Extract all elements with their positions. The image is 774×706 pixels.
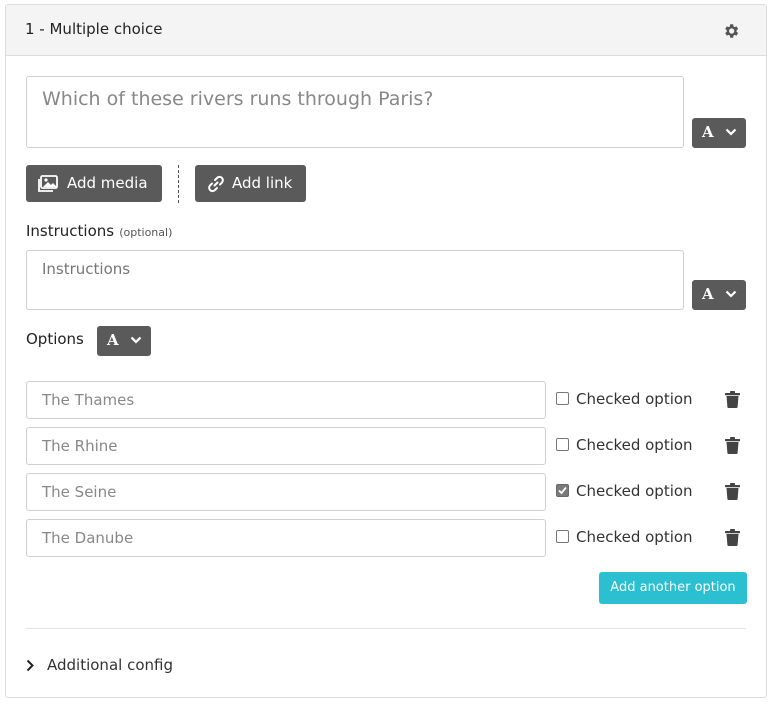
checked-option-label: Checked option xyxy=(576,528,693,546)
option-row-1: The Thames Checked option xyxy=(26,381,746,419)
add-media-button[interactable]: Add media xyxy=(26,165,162,202)
option-row-4: The Danube Checked option xyxy=(26,519,746,557)
trash-icon[interactable] xyxy=(725,483,740,500)
panel-title: 1 - Multiple choice xyxy=(25,20,163,38)
instructions-heading: Instructions (optional) xyxy=(26,221,172,240)
option-checkbox[interactable] xyxy=(556,392,569,405)
trash-icon[interactable] xyxy=(725,529,740,546)
options-format-button[interactable]: A xyxy=(97,326,151,356)
button-separator xyxy=(178,165,179,203)
option-checkbox[interactable] xyxy=(556,530,569,543)
add-media-label: Add media xyxy=(67,174,148,192)
add-another-option-button[interactable]: Add another option xyxy=(599,572,747,604)
option-checkbox[interactable] xyxy=(556,438,569,451)
trash-icon[interactable] xyxy=(725,391,740,408)
add-link-button[interactable]: Add link xyxy=(195,165,306,202)
question-panel: 1 - Multiple choice Which of these river… xyxy=(5,4,767,698)
trash-icon[interactable] xyxy=(725,437,740,454)
additional-config-label: Additional config xyxy=(47,656,173,674)
option-text: The Danube xyxy=(42,529,134,547)
text-format-icon: A xyxy=(702,123,714,141)
option-input[interactable]: The Thames xyxy=(26,381,546,419)
option-input[interactable]: The Seine xyxy=(26,473,546,511)
chevron-right-icon xyxy=(26,659,34,672)
instructions-label: Instructions xyxy=(26,222,115,240)
instructions-input[interactable]: Instructions xyxy=(26,250,684,310)
question-placeholder: Which of these rivers runs through Paris… xyxy=(42,88,434,110)
text-format-icon: A xyxy=(107,331,119,349)
option-checkbox-checked[interactable] xyxy=(556,484,569,497)
instructions-optional: (optional) xyxy=(119,226,173,239)
instructions-placeholder: Instructions xyxy=(42,260,131,278)
option-input[interactable]: The Danube xyxy=(26,519,546,557)
option-text: The Rhine xyxy=(42,437,118,455)
gear-icon[interactable] xyxy=(722,22,740,40)
checkmark-icon xyxy=(558,486,567,495)
section-divider xyxy=(26,628,746,629)
additional-config-toggle[interactable]: Additional config xyxy=(26,655,226,677)
option-text: The Thames xyxy=(42,391,135,409)
question-format-button[interactable]: A xyxy=(692,118,746,148)
link-icon xyxy=(208,175,224,193)
panel-header: 1 - Multiple choice xyxy=(6,5,766,56)
chevron-down-icon xyxy=(725,128,737,136)
image-icon xyxy=(38,175,58,192)
question-input[interactable]: Which of these rivers runs through Paris… xyxy=(26,76,684,148)
add-link-label: Add link xyxy=(232,174,293,192)
chevron-down-icon xyxy=(130,336,142,344)
checked-option-label: Checked option xyxy=(576,390,693,408)
option-row-3: The Seine Checked option xyxy=(26,473,746,511)
options-label: Options xyxy=(26,330,84,348)
option-text: The Seine xyxy=(42,483,117,501)
chevron-down-icon xyxy=(725,290,737,298)
checked-option-label: Checked option xyxy=(576,436,693,454)
option-row-2: The Rhine Checked option xyxy=(26,427,746,465)
checked-option-label: Checked option xyxy=(576,482,693,500)
instructions-format-button[interactable]: A xyxy=(692,280,746,310)
text-format-icon: A xyxy=(702,285,714,303)
option-input[interactable]: The Rhine xyxy=(26,427,546,465)
